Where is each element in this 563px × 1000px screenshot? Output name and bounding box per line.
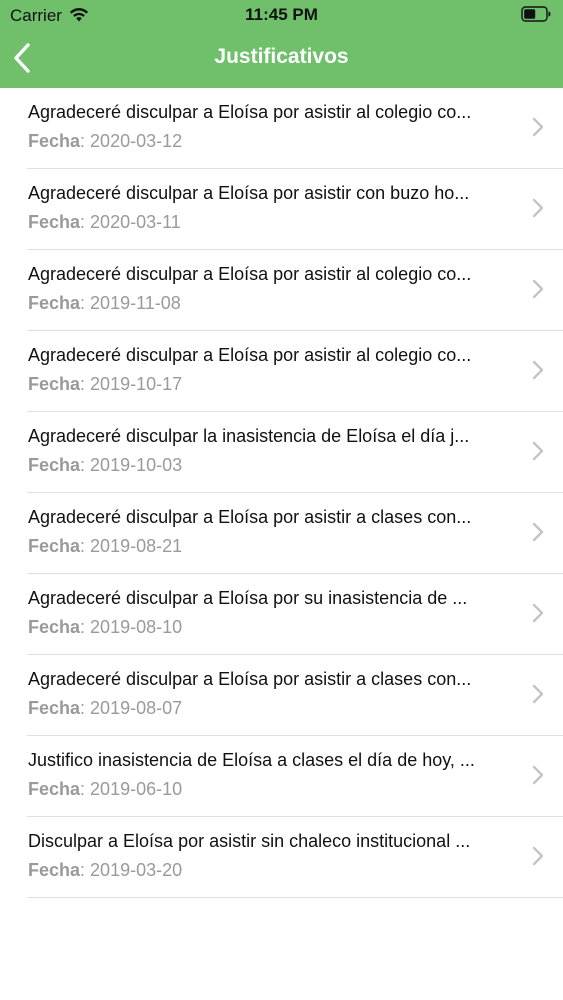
date-value: 2019-08-10 xyxy=(90,617,183,637)
list-item[interactable]: Agradeceré disculpar a Eloísa por asisti… xyxy=(27,169,563,250)
list-item-date: Fecha: 2019-08-07 xyxy=(28,698,183,718)
status-time: 11:45 PM xyxy=(245,5,318,24)
list-item-title: Agradeceré disculpar a Eloísa por asisti… xyxy=(28,345,472,365)
date-label: Fecha xyxy=(28,131,81,151)
list-item[interactable]: Justifico inasistencia de Eloísa a clase… xyxy=(27,736,563,817)
list-item-date: Fecha: 2019-06-10 xyxy=(28,779,183,799)
list-item[interactable]: Agradeceré disculpar a Eloísa por asisti… xyxy=(27,331,563,412)
chevron-right-icon xyxy=(532,198,544,218)
date-value: 2019-08-07 xyxy=(90,698,183,718)
list-item-date: Fecha: 2019-11-08 xyxy=(28,293,181,313)
list-item[interactable]: Agradeceré disculpar a Eloísa por su ina… xyxy=(27,574,563,655)
list-item-date: Fecha: 2019-03-20 xyxy=(28,860,183,880)
list-item-title: Justifico inasistencia de Eloísa a clase… xyxy=(28,750,475,770)
screen: Carrier 11:45 PM Justificativos Agradece… xyxy=(0,0,563,1000)
date-value: 2019-08-21 xyxy=(90,536,183,556)
chevron-right-icon xyxy=(532,441,544,461)
date-label: Fecha xyxy=(28,617,81,637)
date-value: 2019-10-03 xyxy=(90,455,183,475)
date-label: Fecha xyxy=(28,374,81,394)
chevron-right-icon xyxy=(532,684,544,704)
date-label: Fecha xyxy=(28,293,81,313)
list-item-date: Fecha: 2019-10-03 xyxy=(28,455,183,475)
justificativos-list: Agradeceré disculpar a Eloísa por asisti… xyxy=(0,88,563,898)
date-value: 2020-03-12 xyxy=(90,131,183,151)
chevron-right-icon xyxy=(532,279,544,299)
list-item[interactable]: Disculpar a Eloísa por asistir sin chale… xyxy=(27,817,563,898)
chevron-right-icon xyxy=(532,846,544,866)
date-label: Fecha xyxy=(28,698,81,718)
list-item[interactable]: Agradeceré disculpar la inasistencia de … xyxy=(27,412,563,493)
list-item[interactable]: Agradeceré disculpar a Eloísa por asisti… xyxy=(27,88,563,169)
chevron-right-icon xyxy=(532,117,544,137)
chevron-right-icon xyxy=(532,522,544,542)
chevron-right-icon xyxy=(532,360,544,380)
list-item-title: Agradeceré disculpar a Eloísa por asisti… xyxy=(28,507,472,527)
date-value: 2019-11-08 xyxy=(90,293,181,313)
header: Carrier 11:45 PM Justificativos xyxy=(0,0,563,88)
date-value: 2019-03-20 xyxy=(90,860,183,880)
date-label: Fecha xyxy=(28,779,81,799)
date-label: Fecha xyxy=(28,212,81,232)
date-label: Fecha xyxy=(28,860,81,880)
date-value: 2019-10-17 xyxy=(90,374,183,394)
chevron-right-icon xyxy=(532,765,544,785)
date-label: Fecha xyxy=(28,536,81,556)
list-item-title: Disculpar a Eloísa por asistir sin chale… xyxy=(28,831,471,851)
list-item-date: Fecha: 2019-08-21 xyxy=(28,536,183,556)
date-value: 2020-03-11 xyxy=(90,212,181,232)
date-label: Fecha xyxy=(28,455,81,475)
list-item-title: Agradeceré disculpar a Eloísa por asisti… xyxy=(28,102,472,122)
list-item-date: Fecha: 2020-03-11 xyxy=(28,212,181,232)
list-item-title: Agradeceré disculpar a Eloísa por asisti… xyxy=(28,264,472,284)
list-item[interactable]: Agradeceré disculpar a Eloísa por asisti… xyxy=(27,493,563,574)
list-item[interactable]: Agradeceré disculpar a Eloísa por asisti… xyxy=(27,250,563,331)
chevron-right-icon xyxy=(532,603,544,623)
list-item-date: Fecha: 2019-10-17 xyxy=(28,374,183,394)
list-item[interactable]: Agradeceré disculpar a Eloísa por asisti… xyxy=(27,655,563,736)
list-item-title: Agradeceré disculpar a Eloísa por asisti… xyxy=(28,183,470,203)
list-item-title: Agradeceré disculpar a Eloísa por asisti… xyxy=(28,669,472,689)
list-item-title: Agradeceré disculpar a Eloísa por su ina… xyxy=(28,588,468,608)
list-item-date: Fecha: 2020-03-12 xyxy=(28,131,183,151)
list-item-date: Fecha: 2019-08-10 xyxy=(28,617,183,637)
status-bar: Carrier 11:45 PM xyxy=(0,0,563,30)
battery-icon xyxy=(521,6,551,22)
list-item-title: Agradeceré disculpar la inasistencia de … xyxy=(28,426,470,446)
date-value: 2019-06-10 xyxy=(90,779,183,799)
nav-bar: Justificativos xyxy=(0,30,563,88)
page-title: Justificativos xyxy=(214,45,349,68)
